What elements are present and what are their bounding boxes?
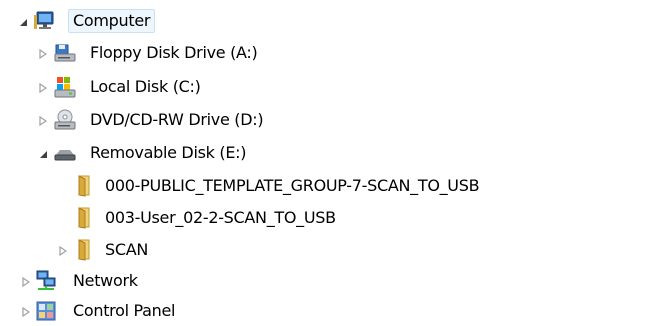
collapsed-arrow-icon[interactable] [37,115,49,127]
folder-icon [74,207,96,229]
tree-item-label: 000-PUBLIC_TEMPLATE_GROUP-7-SCAN_TO_USB [105,176,480,195]
computer-icon [34,10,56,32]
tree-item-label: DVD/CD-RW Drive (D:) [90,110,264,129]
tree-item-folder-user[interactable]: 003-User_02-2-SCAN_TO_USB [0,203,420,233]
tree-item-label: Computer [68,9,156,33]
tree-item-label: 003-User_02-2-SCAN_TO_USB [105,208,336,227]
folder-icon [74,175,96,197]
removable-disk-icon [54,142,76,164]
tree-item-dvd-drive[interactable]: DVD/CD-RW Drive (D:) [0,105,320,135]
collapsed-arrow-icon[interactable] [37,82,49,94]
floppy-drive-icon [54,42,76,64]
dvd-drive-icon [54,109,76,131]
collapsed-arrow-icon[interactable] [20,306,32,318]
tree-item-local-disk[interactable]: Local Disk (C:) [0,72,260,102]
tree-item-label: Network [73,271,138,290]
tree-item-folder-scan[interactable]: SCAN [0,235,200,265]
tree-item-folder-public-template[interactable]: 000-PUBLIC_TEMPLATE_GROUP-7-SCAN_TO_USB [0,171,560,201]
expanded-arrow-icon[interactable] [37,148,49,160]
tree-item-removable-disk[interactable]: Removable Disk (E:) [0,138,320,168]
tree-item-label: Local Disk (C:) [90,77,201,96]
expanded-arrow-icon[interactable] [17,16,29,28]
network-icon [35,270,57,292]
collapsed-arrow-icon[interactable] [20,276,32,288]
collapsed-arrow-icon[interactable] [37,48,49,60]
tree-item-label: Floppy Disk Drive (A:) [90,43,258,62]
collapsed-arrow-icon[interactable] [57,245,69,257]
navigation-tree: Computer Floppy Disk Drive (A:) Local Di… [0,0,669,321]
tree-item-computer[interactable]: Computer [0,6,200,36]
tree-item-label: Removable Disk (E:) [90,143,247,162]
tree-item-network[interactable]: Network [0,266,200,296]
tree-item-control-panel[interactable]: Control Panel [0,296,220,326]
tree-item-label: SCAN [105,240,149,259]
local-disk-icon [54,76,76,98]
tree-item-floppy-drive[interactable]: Floppy Disk Drive (A:) [0,38,320,68]
folder-icon [74,239,96,261]
